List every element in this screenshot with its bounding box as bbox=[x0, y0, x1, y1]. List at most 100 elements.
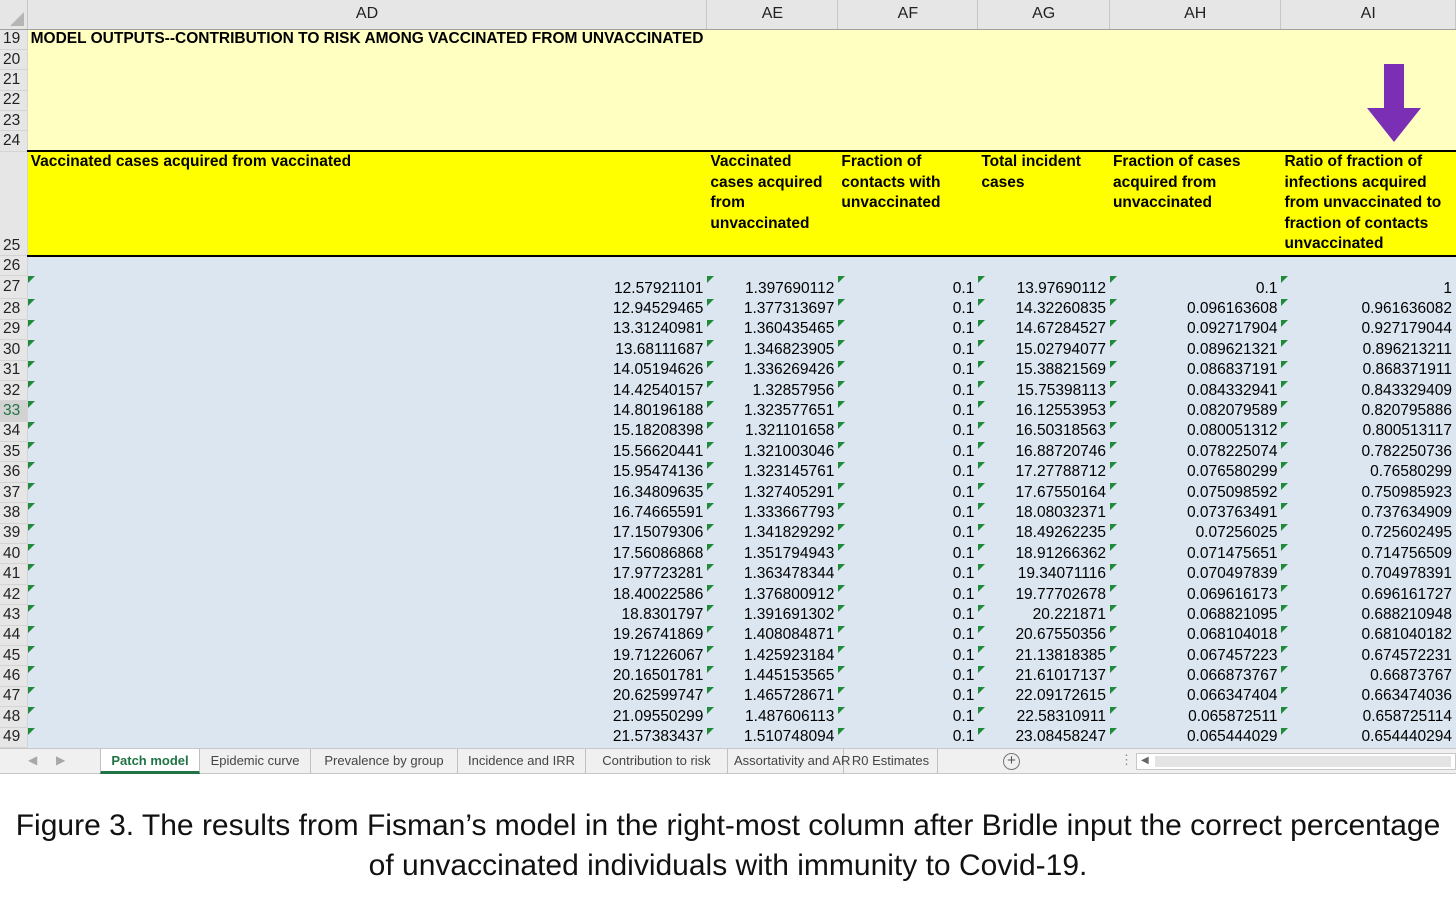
empty-cell[interactable] bbox=[837, 69, 979, 91]
empty-cell[interactable] bbox=[706, 255, 839, 277]
data-cell-ae[interactable]: 1.32857956 bbox=[706, 380, 839, 402]
empty-cell[interactable] bbox=[977, 255, 1110, 277]
column-header-ag[interactable]: AG bbox=[977, 0, 1110, 30]
tab-incidence-and-irr[interactable]: Incidence and IRR bbox=[458, 749, 586, 774]
data-cell-ae[interactable]: 1.323577651 bbox=[706, 400, 839, 422]
spreadsheet-grid[interactable]: AD AE AF AG AH AI 19 MODEL OUTPUTS--CONTRIBUTIO… bbox=[0, 0, 1456, 748]
tab-prevalence-by-group[interactable]: Prevalence by group bbox=[311, 749, 458, 774]
row-header-49[interactable]: 49 bbox=[0, 727, 28, 748]
data-cell-ad[interactable]: 18.8301797 bbox=[27, 604, 708, 626]
data-cell-af[interactable]: 0.1 bbox=[837, 604, 979, 626]
data-cell-ah[interactable]: 0.084332941 bbox=[1109, 380, 1282, 402]
empty-cell[interactable] bbox=[706, 29, 839, 50]
data-cell-ag[interactable]: 22.58310911 bbox=[977, 706, 1110, 728]
data-cell-ah[interactable]: 0.073763491 bbox=[1109, 502, 1282, 524]
empty-cell[interactable] bbox=[706, 110, 839, 132]
empty-cell[interactable] bbox=[837, 255, 979, 277]
data-cell-ad[interactable]: 21.57383437 bbox=[27, 727, 708, 748]
empty-cell[interactable] bbox=[27, 255, 708, 277]
data-cell-ai[interactable]: 0.688210948 bbox=[1280, 604, 1456, 626]
data-cell-ah[interactable]: 0.092717904 bbox=[1109, 319, 1282, 341]
data-cell-ad[interactable]: 12.94529465 bbox=[27, 298, 708, 320]
data-cell-ah[interactable]: 0.066347404 bbox=[1109, 686, 1282, 708]
data-cell-ai[interactable]: 0.674572231 bbox=[1280, 645, 1456, 667]
row-header-34[interactable]: 34 bbox=[0, 421, 28, 443]
data-cell-ai[interactable]: 0.843329409 bbox=[1280, 380, 1456, 402]
header-cell-ai[interactable]: Ratio of fraction of infections acquired… bbox=[1280, 150, 1456, 257]
data-cell-ai[interactable]: 0.681040182 bbox=[1280, 625, 1456, 646]
data-cell-ah[interactable]: 0.076580299 bbox=[1109, 461, 1282, 483]
data-cell-ag[interactable]: 19.77702678 bbox=[977, 584, 1110, 606]
empty-cell[interactable] bbox=[837, 110, 979, 132]
data-cell-ai[interactable]: 0.714756509 bbox=[1280, 543, 1456, 565]
data-cell-ae[interactable]: 1.408084871 bbox=[706, 625, 839, 646]
data-cell-ae[interactable]: 1.351794943 bbox=[706, 543, 839, 565]
data-cell-ai[interactable]: 0.704978391 bbox=[1280, 563, 1456, 585]
data-cell-ag[interactable]: 16.88720746 bbox=[977, 441, 1110, 463]
column-header-ad[interactable]: AD bbox=[27, 0, 708, 30]
column-header-ah[interactable]: AH bbox=[1109, 0, 1282, 30]
data-cell-af[interactable]: 0.1 bbox=[837, 380, 979, 402]
select-all-corner[interactable] bbox=[0, 0, 28, 30]
data-cell-ad[interactable]: 20.62599747 bbox=[27, 686, 708, 708]
row-header-44[interactable]: 44 bbox=[0, 625, 28, 646]
data-cell-ag[interactable]: 14.67284527 bbox=[977, 319, 1110, 341]
row-header-24[interactable]: 24 bbox=[0, 130, 28, 152]
data-cell-ah[interactable]: 0.089621321 bbox=[1109, 339, 1282, 361]
data-cell-ai[interactable]: 0.663474036 bbox=[1280, 686, 1456, 708]
data-cell-ah[interactable]: 0.07256025 bbox=[1109, 523, 1282, 545]
empty-cell[interactable] bbox=[977, 90, 1110, 112]
data-cell-ae[interactable]: 1.346823905 bbox=[706, 339, 839, 361]
data-cell-ae[interactable]: 1.510748094 bbox=[706, 727, 839, 748]
data-cell-ae[interactable]: 1.360435465 bbox=[706, 319, 839, 341]
tab-contribution-to-risk[interactable]: Contribution to risk bbox=[586, 749, 728, 774]
data-cell-ad[interactable]: 19.71226067 bbox=[27, 645, 708, 667]
empty-cell[interactable] bbox=[1280, 29, 1456, 50]
data-cell-ah[interactable]: 0.075098592 bbox=[1109, 482, 1282, 504]
data-cell-ai[interactable]: 0.66873767 bbox=[1280, 665, 1456, 687]
data-cell-ag[interactable]: 21.61017137 bbox=[977, 665, 1110, 687]
data-cell-ag[interactable]: 16.12553953 bbox=[977, 400, 1110, 422]
row-header-47[interactable]: 47 bbox=[0, 686, 28, 708]
data-cell-ae[interactable]: 1.425923184 bbox=[706, 645, 839, 667]
row-header-35[interactable]: 35 bbox=[0, 441, 28, 463]
data-cell-ah[interactable]: 0.067457223 bbox=[1109, 645, 1282, 667]
data-cell-af[interactable]: 0.1 bbox=[837, 563, 979, 585]
data-cell-ai[interactable]: 0.725602495 bbox=[1280, 523, 1456, 545]
empty-cell[interactable] bbox=[837, 49, 979, 71]
data-cell-ag[interactable]: 23.08458247 bbox=[977, 727, 1110, 748]
data-cell-ad[interactable]: 16.74665591 bbox=[27, 502, 708, 524]
data-cell-af[interactable]: 0.1 bbox=[837, 461, 979, 483]
row-header-20[interactable]: 20 bbox=[0, 49, 28, 71]
data-cell-ah[interactable]: 0.1 bbox=[1109, 275, 1282, 300]
row-header-29[interactable]: 29 bbox=[0, 319, 28, 341]
row-header-43[interactable]: 43 bbox=[0, 604, 28, 626]
data-cell-ai[interactable]: 0.961636082 bbox=[1280, 298, 1456, 320]
data-cell-ae[interactable]: 1.341829292 bbox=[706, 523, 839, 545]
data-cell-af[interactable]: 0.1 bbox=[837, 665, 979, 687]
data-cell-ad[interactable]: 14.42540157 bbox=[27, 380, 708, 402]
plus-circle-icon[interactable]: + bbox=[1003, 753, 1020, 770]
data-cell-af[interactable]: 0.1 bbox=[837, 686, 979, 708]
data-cell-ae[interactable]: 1.465728671 bbox=[706, 686, 839, 708]
row-header-25[interactable]: 25 bbox=[0, 151, 28, 257]
empty-cell[interactable] bbox=[977, 110, 1110, 132]
row-header-22[interactable]: 22 bbox=[0, 90, 28, 112]
row-header-48[interactable]: 48 bbox=[0, 706, 28, 728]
tab-patch-model[interactable]: Patch model bbox=[100, 749, 200, 774]
data-cell-ai[interactable]: 0.820795886 bbox=[1280, 400, 1456, 422]
data-cell-ah[interactable]: 0.065872511 bbox=[1109, 706, 1282, 728]
tab-epidemic-curve[interactable]: Epidemic curve bbox=[200, 749, 311, 774]
data-cell-ag[interactable]: 14.32260835 bbox=[977, 298, 1110, 320]
data-cell-af[interactable]: 0.1 bbox=[837, 339, 979, 361]
header-cell-af[interactable]: Fraction of contacts with unvaccinated bbox=[837, 150, 979, 257]
data-cell-ae[interactable]: 1.445153565 bbox=[706, 665, 839, 687]
data-cell-ad[interactable]: 14.80196188 bbox=[27, 400, 708, 422]
data-cell-ae[interactable]: 1.487606113 bbox=[706, 706, 839, 728]
data-cell-ai[interactable]: 0.696161727 bbox=[1280, 584, 1456, 606]
data-cell-af[interactable]: 0.1 bbox=[837, 625, 979, 646]
data-cell-af[interactable]: 0.1 bbox=[837, 523, 979, 545]
scroll-left-icon[interactable]: ◀ bbox=[1141, 755, 1149, 766]
empty-cell[interactable] bbox=[27, 69, 708, 91]
empty-cell[interactable] bbox=[837, 90, 979, 112]
